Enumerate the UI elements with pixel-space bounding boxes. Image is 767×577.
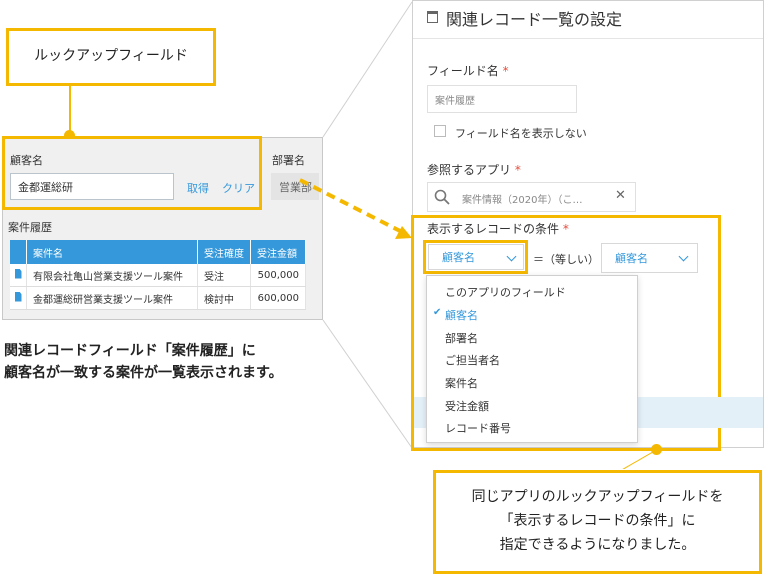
note-line-2: 「表示するレコードの条件」に	[499, 513, 696, 530]
menu-item-customer-name[interactable]: 顧客名	[445, 307, 478, 323]
clear-icon[interactable]: ✕	[615, 188, 626, 203]
condition-field-value: 顧客名	[442, 251, 475, 264]
hide-name-label: フィールド名を表示しない	[455, 127, 587, 140]
condition-field-menu: このアプリのフィールド ✔ 顧客名 部署名 ご担当者名 案件名 受注金額 レコー…	[426, 275, 638, 443]
ref-app-value: 案件情報（2020年）（こ…	[462, 195, 583, 206]
related-list-icon	[427, 11, 438, 23]
settings-header-divider	[413, 38, 763, 39]
menu-item-order-amount[interactable]: 受注金額	[445, 398, 489, 414]
menu-section-header: このアプリのフィールド	[445, 286, 566, 299]
note-dot	[651, 444, 662, 455]
condition-label: 表示するレコードの条件 *	[427, 222, 569, 236]
operator-text: ＝（等しい）	[533, 253, 599, 266]
search-icon	[434, 189, 450, 205]
condition-target-value: 顧客名	[615, 252, 648, 265]
field-name-input[interactable]: 案件履歴	[427, 85, 577, 113]
field-name-label: フィールド名 *	[427, 64, 509, 78]
note-line-1: 同じアプリのルックアップフィールドを	[471, 489, 724, 506]
ref-app-label: 参照するアプリ *	[427, 163, 521, 177]
required-mark: *	[502, 64, 509, 78]
hide-name-checkbox[interactable]	[434, 125, 446, 137]
menu-item-department[interactable]: 部署名	[445, 330, 478, 346]
note-line-3: 指定できるようになりました。	[499, 536, 696, 553]
menu-item-case-name[interactable]: 案件名	[445, 375, 478, 391]
settings-title: 関連レコード一覧の設定	[446, 10, 623, 29]
note-callout: 同じアプリのルックアップフィールドを 「表示するレコードの条件」に 指定できるよ…	[433, 470, 762, 574]
menu-item-record-number[interactable]: レコード番号	[445, 420, 511, 436]
menu-item-contact-person[interactable]: ご担当者名	[445, 352, 500, 368]
check-icon: ✔	[433, 307, 442, 318]
